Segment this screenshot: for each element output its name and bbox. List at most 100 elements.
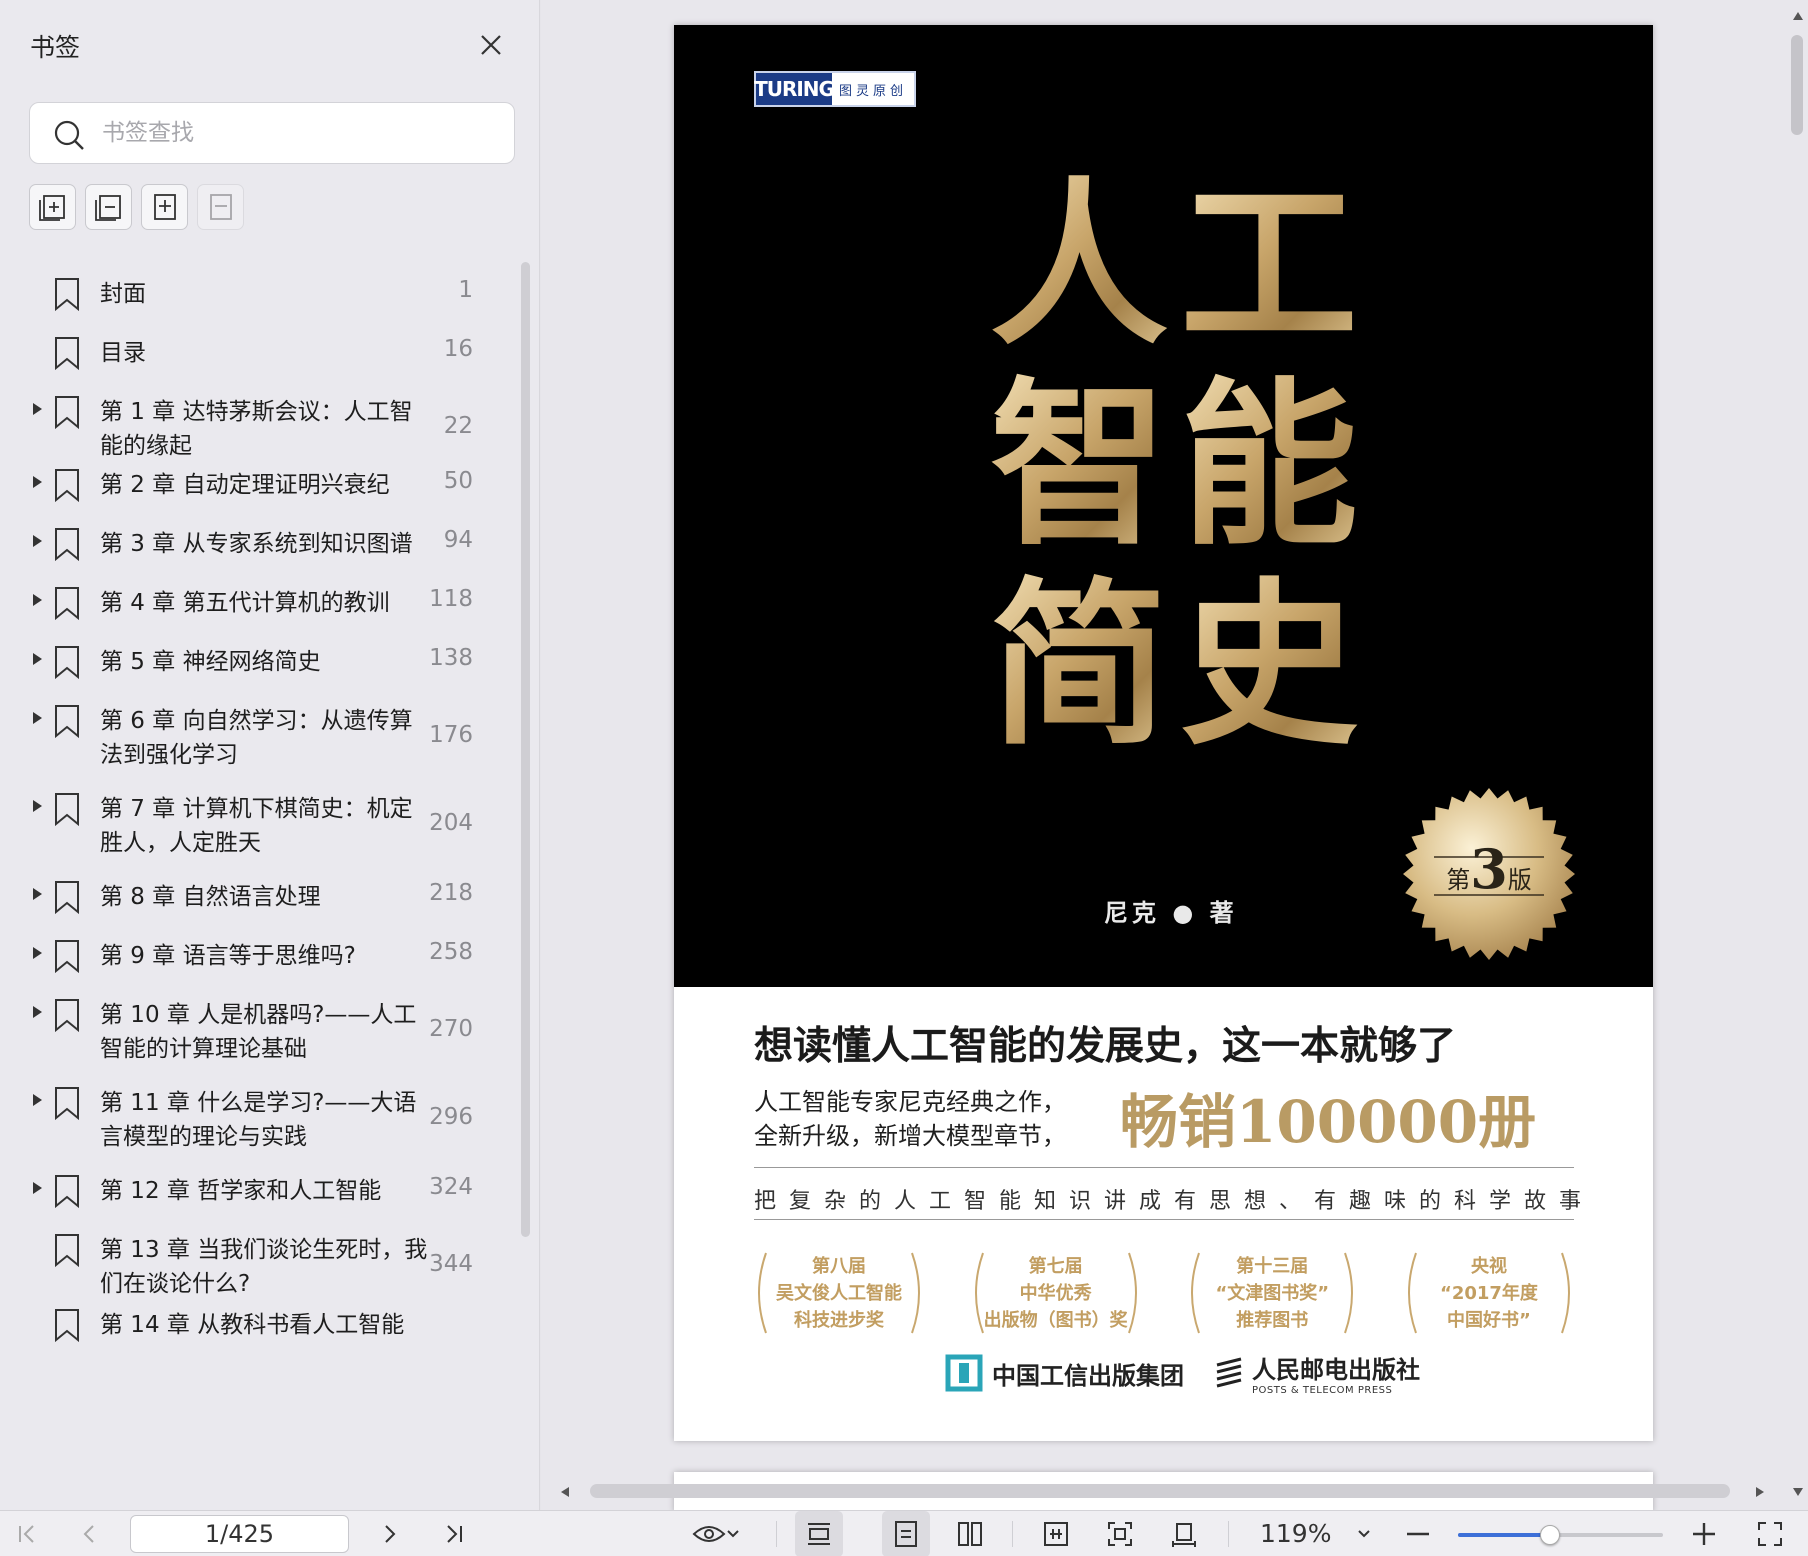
zoom-slider-knob[interactable] bbox=[1540, 1525, 1561, 1545]
page-number-input[interactable] bbox=[130, 1515, 349, 1553]
first-page-button[interactable] bbox=[10, 1511, 44, 1556]
expand-triangle-icon[interactable] bbox=[33, 653, 42, 665]
bookmark-label: 第 2 章 自动定理证明兴衰纪 bbox=[100, 472, 390, 498]
bookmark-search-box bbox=[29, 102, 515, 164]
turing-logo: TURING 图灵原创 bbox=[754, 71, 916, 107]
bookmark-label: 第 13 章 当我们谈论生死时，我们在谈论什么? bbox=[100, 1237, 428, 1297]
chevron-right-icon bbox=[385, 1525, 396, 1543]
expand-triangle-icon[interactable] bbox=[33, 888, 42, 900]
collapse-all-button[interactable] bbox=[85, 184, 132, 230]
cover-black-area: TURING 图灵原创 人 工 智 能 简 史 尼克 ● 著 第3版 bbox=[674, 25, 1653, 987]
zoom-slider-fill bbox=[1458, 1533, 1551, 1537]
horizontal-scrollbar[interactable] bbox=[590, 1484, 1730, 1498]
add-bookmark-button[interactable] bbox=[141, 184, 188, 230]
scroll-right-arrow-icon[interactable] bbox=[1756, 1487, 1764, 1497]
bookmark-search-input[interactable] bbox=[102, 113, 492, 153]
zoom-level[interactable]: 119% bbox=[1260, 1519, 1331, 1548]
bookmark-label: 第 4 章 第五代计算机的教训 bbox=[100, 590, 390, 616]
bookmark-page-number: 1 bbox=[458, 277, 473, 303]
scroll-up-arrow-icon[interactable] bbox=[1793, 12, 1803, 20]
bookmark-item[interactable]: 第 12 章 哲学家和人工智能 324 bbox=[0, 1174, 525, 1208]
expand-triangle-icon[interactable] bbox=[33, 535, 42, 547]
bookmark-icon bbox=[55, 646, 79, 679]
bookmark-item[interactable]: 第 5 章 神经网络简史 138 bbox=[0, 645, 525, 679]
zoom-in-button[interactable] bbox=[1686, 1511, 1722, 1556]
remove-bookmark-button[interactable] bbox=[197, 184, 244, 230]
bookmark-item[interactable]: 第 10 章 人是机器吗?——人工智能的计算理论基础 270 bbox=[0, 998, 525, 1068]
bookmark-item[interactable]: 第 3 章 从专家系统到知识图谱 94 bbox=[0, 527, 525, 561]
bookmark-label: 第 11 章 什么是学习?——大语言模型的理论与实践 bbox=[100, 1090, 417, 1150]
zoom-slider[interactable] bbox=[1458, 1525, 1663, 1545]
view-mode-button[interactable] bbox=[684, 1511, 748, 1556]
bookmark-item[interactable]: 封面 1 bbox=[0, 277, 525, 311]
bookmark-item[interactable]: 目录 16 bbox=[0, 336, 525, 370]
bookmark-list: 封面 1 目录 16 第 1 章 达特茅斯会议：人工智能的缘起 22 第 2 章 自动定理证… bbox=[0, 260, 525, 1510]
bookmark-page-number: 22 bbox=[443, 413, 473, 439]
bookmark-label: 第 7 章 计算机下棋简史：机定胜人，人定胜天 bbox=[100, 796, 413, 856]
ptpress-logo-icon bbox=[1216, 1357, 1242, 1388]
bookmark-item[interactable]: 第 1 章 达特茅斯会议：人工智能的缘起 22 bbox=[0, 395, 525, 465]
expand-triangle-icon[interactable] bbox=[33, 594, 42, 606]
sidebar-scrollbar[interactable] bbox=[521, 262, 530, 1237]
expand-triangle-icon[interactable] bbox=[33, 403, 42, 415]
bookmark-icon bbox=[55, 1234, 79, 1267]
bookmark-item[interactable]: 第 4 章 第五代计算机的教训 118 bbox=[0, 586, 525, 620]
miit-logo-icon bbox=[945, 1354, 983, 1392]
bookmark-item[interactable]: 第 2 章 自动定理证明兴衰纪 50 bbox=[0, 468, 525, 502]
zoom-dropdown-button[interactable] bbox=[1350, 1511, 1378, 1556]
laurel-icon bbox=[974, 1252, 1137, 1334]
laurel-icon bbox=[1407, 1252, 1570, 1334]
expand-triangle-icon[interactable] bbox=[33, 712, 42, 724]
fit-width-icon bbox=[1044, 1522, 1068, 1546]
bookmark-label: 封面 bbox=[100, 281, 146, 307]
previous-page-button[interactable] bbox=[72, 1511, 106, 1556]
single-page-button[interactable] bbox=[882, 1511, 930, 1556]
last-page-button[interactable] bbox=[437, 1511, 471, 1556]
expand-triangle-icon[interactable] bbox=[33, 1094, 42, 1106]
bookmark-page-number: 204 bbox=[429, 810, 473, 836]
bookmark-item[interactable]: 第 6 章 向自然学习：从遗传算法到强化学习 176 bbox=[0, 704, 525, 774]
bookmark-icon bbox=[55, 881, 79, 914]
continuous-scroll-button[interactable] bbox=[795, 1511, 843, 1556]
zoom-out-button[interactable] bbox=[1400, 1511, 1436, 1556]
bookmark-item[interactable]: 第 13 章 当我们谈论生死时，我们在谈论什么? 344 bbox=[0, 1233, 525, 1303]
expand-triangle-icon[interactable] bbox=[33, 1006, 42, 1018]
scroll-down-arrow-icon[interactable] bbox=[1793, 1488, 1803, 1496]
vertical-scrollbar[interactable] bbox=[1791, 35, 1803, 135]
cover-motto: 把复杂的人工智能知识讲成有思想、有趣味的科学故事 bbox=[754, 1189, 1595, 1214]
bookmark-item[interactable]: 第 14 章 从教科书看人工智能 bbox=[0, 1308, 525, 1342]
expand-triangle-icon[interactable] bbox=[33, 476, 42, 488]
fullscreen-button[interactable] bbox=[1752, 1511, 1788, 1556]
bookmark-page-number: 344 bbox=[429, 1251, 473, 1277]
eye-icon bbox=[692, 1526, 726, 1542]
fit-width-button[interactable] bbox=[1032, 1511, 1080, 1556]
next-page-button[interactable] bbox=[373, 1511, 407, 1556]
expand-all-button[interactable] bbox=[29, 184, 76, 230]
two-page-button[interactable] bbox=[946, 1511, 994, 1556]
bookmark-item[interactable]: 第 9 章 语言等于思维吗? 258 bbox=[0, 939, 525, 973]
bookmark-icon bbox=[55, 396, 79, 429]
scroll-left-arrow-icon[interactable] bbox=[561, 1487, 569, 1497]
chevron-down-icon bbox=[1358, 1530, 1370, 1538]
fit-page-button[interactable] bbox=[1096, 1511, 1144, 1556]
close-icon[interactable] bbox=[476, 30, 506, 60]
bookmark-page-number: 16 bbox=[443, 336, 473, 362]
laurel-icon bbox=[1191, 1252, 1354, 1334]
expand-triangle-icon[interactable] bbox=[33, 947, 42, 959]
bookmark-icon bbox=[55, 705, 79, 738]
expand-all-icon bbox=[38, 195, 65, 221]
single-page-icon bbox=[895, 1521, 917, 1547]
subtitle-line: 全新升级，新增大模型章节， bbox=[754, 1122, 1066, 1150]
publisher-name: 人民邮电出版社 bbox=[1252, 1355, 1420, 1384]
expand-triangle-icon[interactable] bbox=[33, 800, 42, 812]
bookmark-item[interactable]: 第 11 章 什么是学习?——大语言模型的理论与实践 296 bbox=[0, 1086, 525, 1156]
award-badge: 第八届 吴文俊人工智能 科技进步奖 bbox=[754, 1247, 924, 1339]
chevron-left-icon bbox=[83, 1525, 94, 1543]
search-icon bbox=[54, 120, 84, 150]
bookmark-item[interactable]: 第 7 章 计算机下棋简史：机定胜人，人定胜天 204 bbox=[0, 792, 525, 862]
actual-size-button[interactable] bbox=[1160, 1511, 1208, 1556]
expand-triangle-icon[interactable] bbox=[33, 1182, 42, 1194]
bookmark-page-number: 324 bbox=[429, 1174, 473, 1200]
bookmark-item[interactable]: 第 8 章 自然语言处理 218 bbox=[0, 880, 525, 914]
actual-size-icon bbox=[1172, 1523, 1196, 1547]
